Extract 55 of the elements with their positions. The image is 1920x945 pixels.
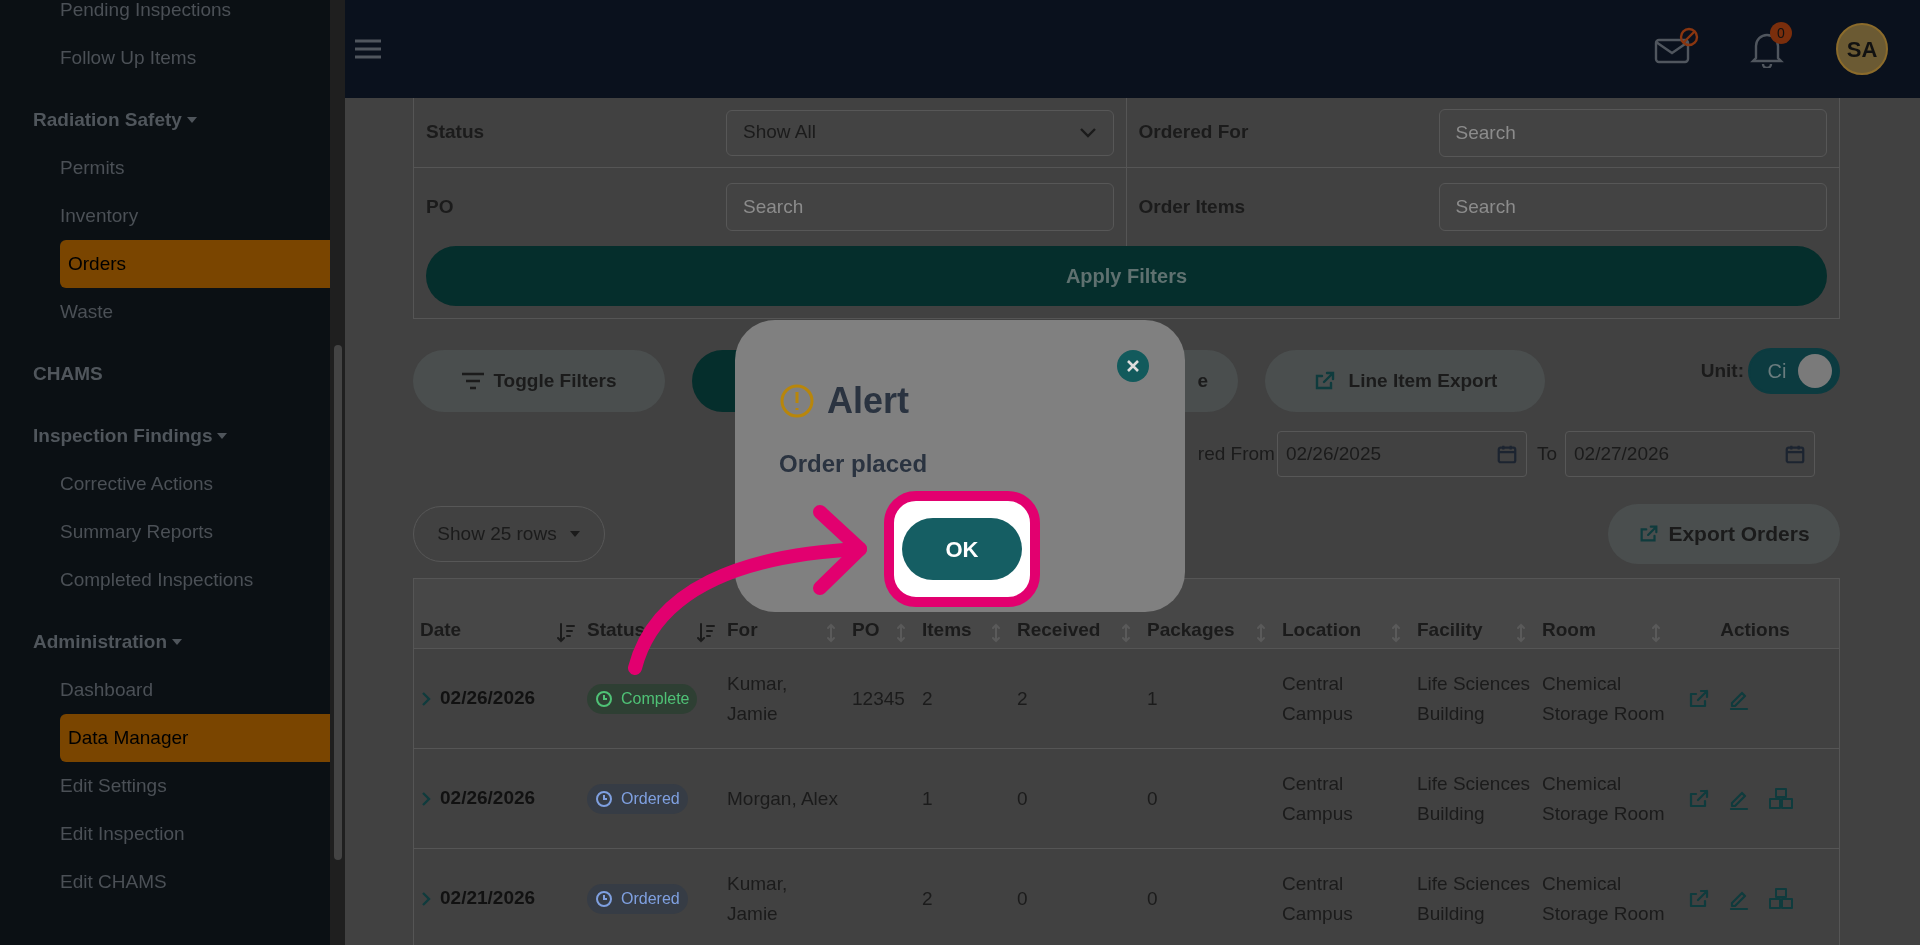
- caret-down-icon: [568, 530, 581, 538]
- sidebar-item[interactable]: Corrective Actions: [60, 460, 330, 508]
- apply-filters-button[interactable]: Apply Filters: [426, 246, 1827, 306]
- calendar-icon[interactable]: [1495, 443, 1518, 465]
- clock-icon: [595, 889, 613, 908]
- close-icon: [1126, 359, 1140, 373]
- search-field[interactable]: Search: [1438, 183, 1827, 231]
- unit-toggle[interactable]: Ci: [1748, 348, 1840, 394]
- sidebar-item[interactable]: Pending Inspections: [60, 0, 330, 34]
- sidebar-item[interactable]: Edit Inspection: [60, 810, 330, 858]
- sidebar-item[interactable]: Inventory: [60, 192, 330, 240]
- caret-down-icon: [185, 116, 198, 124]
- search-field[interactable]: Search: [726, 183, 1114, 231]
- caret-down-icon: [171, 638, 184, 646]
- search-field[interactable]: Search: [1438, 108, 1827, 157]
- sidebar-item[interactable]: Permits: [60, 144, 330, 192]
- chevron-right-icon[interactable]: [420, 889, 432, 908]
- dialog-title: Alert: [827, 379, 910, 423]
- sidebar-item[interactable]: Edit CHAMS: [60, 858, 330, 906]
- chevron-down-icon: [1078, 126, 1097, 139]
- ok-button[interactable]: OK: [902, 518, 1022, 580]
- sidebar-item[interactable]: Orders: [60, 240, 330, 288]
- sidebar-item[interactable]: Dashboard: [60, 666, 330, 714]
- warning-icon: [779, 383, 815, 419]
- sidebar-item[interactable]: Completed Inspections: [60, 556, 330, 604]
- calendar-icon[interactable]: [1784, 443, 1806, 465]
- boxes-icon[interactable]: [1767, 886, 1795, 911]
- sidebar-section[interactable]: Radiation Safety: [0, 96, 330, 144]
- clock-icon: [595, 789, 613, 808]
- boxes-icon[interactable]: [1767, 786, 1795, 811]
- filter-icon: [461, 371, 486, 391]
- sidebar-section[interactable]: Administration: [0, 618, 330, 666]
- sidebar-item[interactable]: Follow Up Items: [60, 34, 330, 82]
- caret-down-icon: [216, 432, 229, 440]
- chevron-right-icon[interactable]: [420, 689, 432, 708]
- sidebar-item[interactable]: Edit Settings: [60, 762, 330, 810]
- menu-icon[interactable]: [355, 38, 381, 60]
- sidebar-item[interactable]: Data Manager: [60, 714, 330, 762]
- sort-icon[interactable]: [557, 622, 575, 644]
- status-badge: Complete: [587, 683, 698, 714]
- user-avatar[interactable]: SA: [1836, 23, 1888, 75]
- sidebar-item[interactable]: Summary Reports: [60, 508, 330, 556]
- status-badge: Ordered: [587, 783, 688, 814]
- sidebar-section[interactable]: Inspection Findings: [0, 412, 330, 460]
- scrollbar-thumb[interactable]: [333, 345, 342, 860]
- sidebar-item[interactable]: Waste: [60, 288, 330, 336]
- dialog-message: Order placed: [779, 449, 929, 479]
- close-button[interactable]: [1117, 350, 1149, 382]
- sort-icon[interactable]: [697, 622, 715, 644]
- notification-count: 0: [1770, 22, 1792, 44]
- blocked-badge-icon: [1678, 26, 1700, 48]
- status-badge: Ordered: [587, 883, 688, 914]
- clock-icon: [595, 689, 613, 708]
- chevron-right-icon[interactable]: [420, 789, 432, 808]
- sidebar-section[interactable]: CHAMS: [0, 350, 330, 398]
